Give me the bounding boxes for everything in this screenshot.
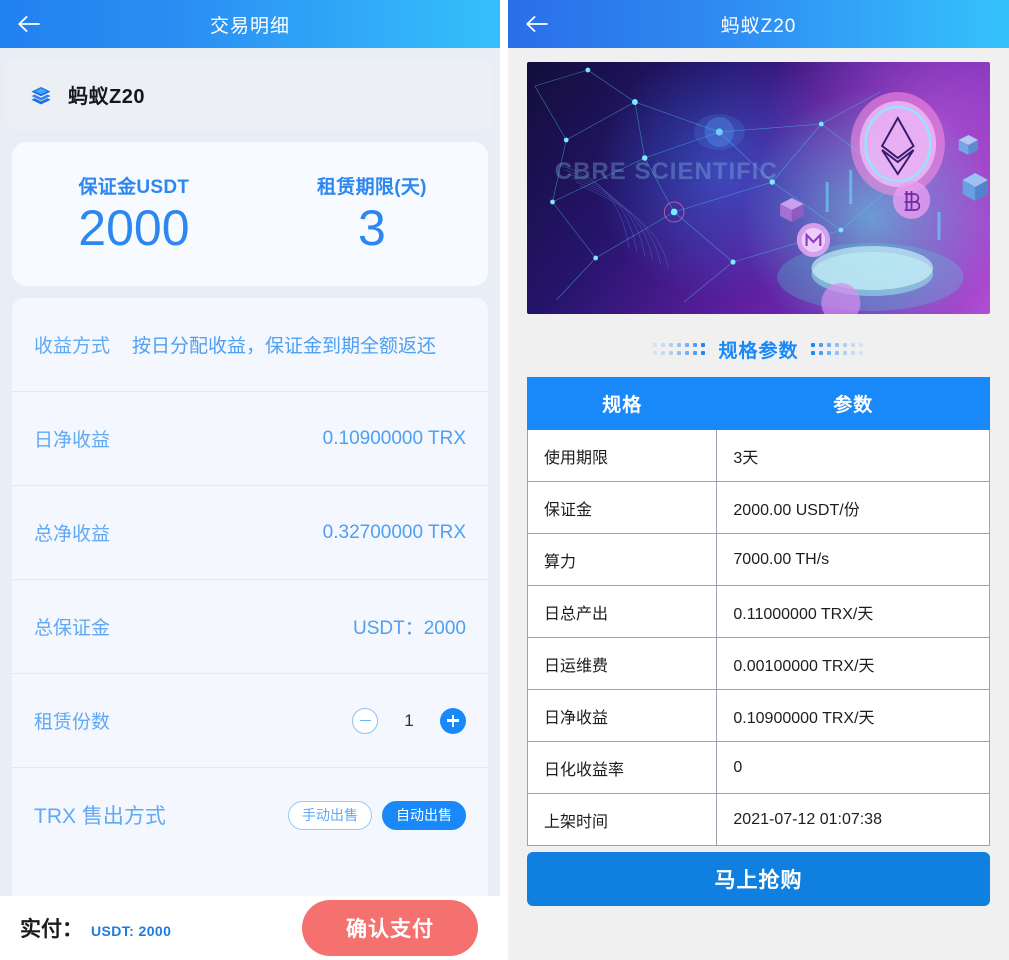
dot-grid-right-icon [810, 343, 864, 356]
quantity-stepper: 1 [352, 707, 466, 734]
detail-row-quantity: 租赁份数 1 [12, 674, 488, 768]
product-card: 蚂蚁Z20 [6, 58, 494, 130]
detail-row-daily-net-profit: 日净收益 0.10900000 TRX [12, 392, 488, 486]
detail-label: 总保证金 [34, 618, 111, 639]
detail-row-sell-method: TRX 售出方式 手动出售 自动出售 [12, 768, 488, 862]
spec-value: 0.11000000 TRX/天 [716, 585, 990, 638]
stat-term: 租赁期限(天) 3 [256, 172, 488, 256]
spec-value: 0 [716, 741, 990, 794]
spec-table: 规格 参数 使用期限 3天 保证金 2000.00 USDT/份 算力 7000… [526, 377, 990, 846]
table-row: 日化收益率 0 [526, 741, 990, 794]
detail-list: 收益方式 按日分配收益，保证金到期全额返还 日净收益 0.10900000 TR… [12, 298, 488, 896]
detail-row-profit-method: 收益方式 按日分配收益，保证金到期全额返还 [12, 298, 488, 392]
product-banner-image: CBRE SCIENTIFIC [527, 62, 990, 314]
spec-name: 使用期限 [526, 429, 718, 482]
detail-label: 总净收益 [34, 524, 111, 545]
spec-value: 0.00100000 TRX/天 [716, 637, 990, 690]
panel-divider [500, 0, 508, 960]
detail-label: 收益方式 [34, 336, 111, 357]
pay-amount: USDT: 2000 [91, 923, 172, 939]
sell-method-manual-button[interactable]: 手动出售 [288, 800, 372, 830]
stat-deposit-label: 保证金USDT [78, 177, 190, 198]
quantity-value: 1 [404, 710, 414, 730]
detail-row-total-net-profit: 总净收益 0.32700000 TRX [12, 486, 488, 580]
detail-value: 按日分配收益，保证金到期全额返还 [132, 336, 437, 357]
spec-name: 日化收益率 [526, 741, 718, 794]
detail-row-total-deposit: 总保证金 USDT：2000 [12, 580, 488, 674]
table-row: 算力 7000.00 TH/s [526, 533, 990, 586]
spec-section-title: 规格参数 [508, 336, 1009, 363]
product-name: 蚂蚁Z20 [68, 85, 145, 108]
stat-term-value: 3 [358, 200, 386, 256]
buy-now-button[interactable]: 马上抢购 [527, 852, 990, 906]
stat-deposit-value: 2000 [78, 200, 190, 256]
table-row: 日总产出 0.11000000 TRX/天 [526, 585, 990, 638]
spec-name: 日净收益 [526, 689, 718, 742]
transaction-detail-panel: 交易明细 蚂蚁Z20 保证金USDT 2000 租赁期限(天) 3 收益方式 按… [0, 0, 500, 960]
stats-card: 保证金USDT 2000 租赁期限(天) 3 [12, 142, 488, 286]
arrow-left-icon [16, 14, 42, 34]
spec-name: 算力 [526, 533, 718, 586]
arrow-left-icon [524, 14, 550, 34]
right-content: CBRE SCIENTIFIC 规格参数 规格 参数 使用期限 3天 保证金 2… [508, 48, 1009, 960]
spec-value: 2021-07-12 01:07:38 [716, 793, 990, 846]
stat-deposit: 保证金USDT 2000 [12, 172, 256, 256]
dot-grid-left-icon [653, 343, 706, 356]
pay-bar: 实付： USDT: 2000 确认支付 [0, 896, 500, 960]
right-page-title: 蚂蚁Z20 [720, 15, 797, 37]
left-page-title: 交易明细 [209, 15, 290, 37]
sell-method-auto-button[interactable]: 自动出售 [382, 800, 466, 830]
minus-circle-icon[interactable] [352, 707, 378, 734]
spec-name: 保证金 [526, 481, 718, 534]
spec-name: 日运维费 [526, 637, 718, 690]
pay-title: 实付： [20, 918, 83, 941]
spec-value: 3天 [716, 429, 990, 482]
confirm-payment-button[interactable]: 确认支付 [302, 900, 478, 956]
detail-value: 0.10900000 TRX [322, 427, 466, 449]
left-navbar: 交易明细 [0, 0, 500, 48]
quantity-label: 租赁份数 [34, 712, 111, 733]
right-navbar: 蚂蚁Z20 [508, 0, 1009, 48]
spec-table-header-spec: 规格 [526, 377, 718, 430]
table-row: 使用期限 3天 [526, 429, 990, 482]
table-row: 日运维费 0.00100000 TRX/天 [526, 637, 990, 690]
spec-table-header-param: 参数 [716, 377, 990, 430]
detail-label: 日净收益 [34, 430, 111, 451]
sell-method-options: 手动出售 自动出售 [288, 800, 466, 830]
spec-table-wrap: 规格 参数 使用期限 3天 保证金 2000.00 USDT/份 算力 7000… [508, 377, 1009, 846]
stat-term-label: 租赁期限(天) [317, 177, 427, 198]
back-button-right[interactable] [520, 7, 554, 41]
spec-value: 2000.00 USDT/份 [716, 481, 990, 534]
table-row: 保证金 2000.00 USDT/份 [526, 481, 990, 534]
detail-value: 0.32700000 TRX [322, 521, 466, 543]
spec-name: 上架时间 [526, 793, 718, 846]
spec-table-header-row: 规格 参数 [526, 377, 990, 430]
spec-name: 日总产出 [526, 585, 718, 638]
spec-value: 7000.00 TH/s [716, 533, 990, 586]
back-button-left[interactable] [12, 7, 46, 41]
section-title-text: 规格参数 [718, 341, 799, 362]
right-footer: 马上抢购 [508, 846, 1009, 924]
app-screen: 交易明细 蚂蚁Z20 保证金USDT 2000 租赁期限(天) 3 收益方式 按… [0, 0, 1009, 960]
spec-value: 0.10900000 TRX/天 [716, 689, 990, 742]
sell-method-label: TRX 售出方式 [34, 805, 166, 828]
table-row: 上架时间 2021-07-12 01:07:38 [526, 793, 990, 846]
table-row: 日净收益 0.10900000 TRX/天 [526, 689, 990, 742]
layers-stack-icon [28, 81, 54, 107]
banner-wrap: CBRE SCIENTIFIC [508, 48, 1009, 314]
product-detail-panel: 蚂蚁Z20 CBRE SCIENTIFIC 规格参数 规格 参数 使用期限 3天… [508, 0, 1009, 960]
detail-value: USDT：2000 [353, 618, 466, 639]
plus-circle-icon[interactable] [440, 707, 466, 734]
pay-summary: 实付： USDT: 2000 [20, 913, 171, 943]
